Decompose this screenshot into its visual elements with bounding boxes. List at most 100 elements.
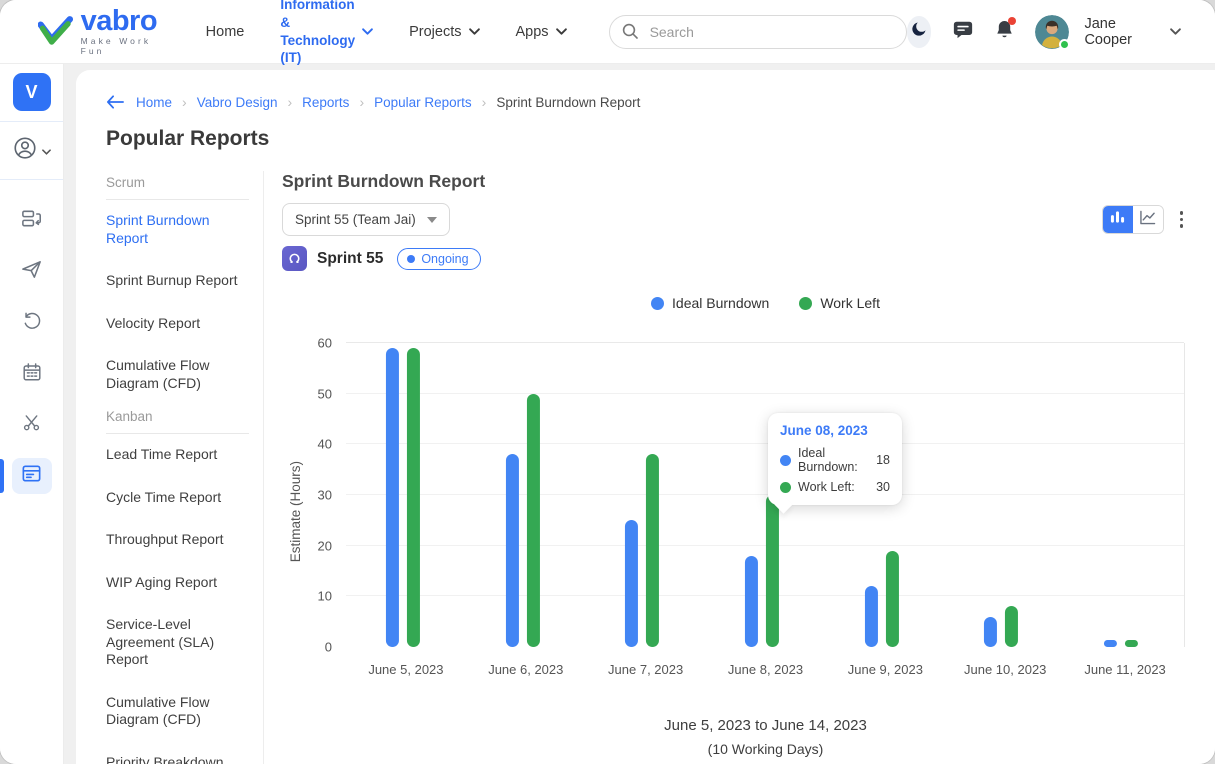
messages-button[interactable] xyxy=(952,19,974,45)
bar-group-june-7-2023 xyxy=(625,343,659,647)
report-nav-item-lead-time-report[interactable]: Lead Time Report xyxy=(106,434,249,477)
y-axis-tick: 0 xyxy=(325,640,332,655)
line-chart-icon xyxy=(1139,210,1156,230)
nav-item-home[interactable]: Home xyxy=(206,24,245,40)
content-card: Home›Vabro Design›Reports›Popular Report… xyxy=(76,70,1215,764)
sprint-loop-icon xyxy=(282,246,307,271)
report-nav-item-wip-aging-report[interactable]: WIP Aging Report xyxy=(106,562,249,605)
bar-ideal-burndown[interactable] xyxy=(1104,640,1117,647)
bar-work-left[interactable] xyxy=(766,495,779,647)
rail-nav xyxy=(0,180,63,494)
sprint-date-range: June 5, 2023 to June 14, 2023 xyxy=(346,717,1185,734)
x-axis-label: June 7, 2023 xyxy=(608,662,683,677)
bar-work-left[interactable] xyxy=(646,454,659,647)
report-nav-item-throughput-report[interactable]: Throughput Report xyxy=(106,519,249,562)
bar-work-left[interactable] xyxy=(407,348,420,647)
chevron-down-icon xyxy=(556,28,567,35)
bar-ideal-burndown[interactable] xyxy=(865,586,878,647)
nav-item-information-technology-it[interactable]: Information & Technology (IT) xyxy=(280,0,373,67)
report-nav-item-priority-breakdown-report[interactable]: Priority Breakdown Report xyxy=(106,742,249,764)
tooltip-series-dot xyxy=(780,482,791,493)
rail-item-calendar[interactable] xyxy=(12,356,52,392)
vabro-logo[interactable]: vabro Make Work Fun xyxy=(38,8,172,56)
user-icon xyxy=(12,135,38,166)
report-main: Sprint Burndown Report Sprint 55 (Team J… xyxy=(264,171,1185,764)
breadcrumb-link-vabro-design[interactable]: Vabro Design xyxy=(197,95,278,110)
nav-item-apps[interactable]: Apps xyxy=(516,24,567,40)
reports-icon xyxy=(20,462,43,490)
y-axis-tick: 20 xyxy=(318,538,332,553)
sprint-select[interactable]: Sprint 55 (Team Jai) xyxy=(282,203,450,236)
tooltip-series-value: 18 xyxy=(876,453,890,467)
rail-account-switcher[interactable] xyxy=(0,122,63,179)
report-nav-item-sprint-burnup-report[interactable]: Sprint Burnup Report xyxy=(106,260,249,303)
tooltip-rows: Ideal Burndown:18Work Left:30 xyxy=(780,446,890,494)
notifications-button[interactable] xyxy=(995,19,1014,45)
report-nav-item-cycle-time-report[interactable]: Cycle Time Report xyxy=(106,477,249,520)
report-nav-item-cumulative-flow-diagram-cfd[interactable]: Cumulative Flow Diagram (CFD) xyxy=(106,345,249,405)
report-controls: Sprint 55 (Team Jai) xyxy=(282,203,1185,236)
back-arrow-icon[interactable] xyxy=(106,95,124,109)
bar-chart-toggle-button[interactable] xyxy=(1103,206,1133,233)
bar-group-june-10-2023 xyxy=(984,343,1018,647)
report-nav-item-velocity-report[interactable]: Velocity Report xyxy=(106,303,249,346)
x-axis-label: June 6, 2023 xyxy=(488,662,563,677)
user-name[interactable]: Jane Cooper xyxy=(1084,16,1149,48)
breadcrumb-current: Sprint Burndown Report xyxy=(496,95,640,110)
search-icon xyxy=(622,23,639,45)
rail-item-history[interactable] xyxy=(12,305,52,341)
scissors-icon xyxy=(21,412,42,438)
bar-group-june-6-2023 xyxy=(506,343,540,647)
bar-ideal-burndown[interactable] xyxy=(625,520,638,647)
sprint-status-badge[interactable]: Ongoing xyxy=(397,248,480,270)
app-body: V xyxy=(0,64,1215,764)
breadcrumb-separator: › xyxy=(359,94,364,110)
chevron-down-icon xyxy=(42,142,51,160)
workspace-tile[interactable]: V xyxy=(13,73,51,111)
bar-ideal-burndown[interactable] xyxy=(745,556,758,647)
bar-ideal-burndown[interactable] xyxy=(386,348,399,647)
rail-item-send[interactable] xyxy=(12,254,52,290)
chart-tooltip: June 08, 2023 Ideal Burndown:18Work Left… xyxy=(768,413,902,505)
nav-item-label: Projects xyxy=(409,24,461,40)
search-input[interactable] xyxy=(609,15,907,49)
y-axis-tick: 50 xyxy=(318,386,332,401)
rail-item-reports[interactable] xyxy=(12,458,52,494)
report-nav-item-service-level-agreement-sla-report[interactable]: Service-Level Agreement (SLA) Report xyxy=(106,604,249,682)
breadcrumb-link-popular-reports[interactable]: Popular Reports xyxy=(374,95,472,110)
calendar-icon xyxy=(21,361,43,388)
bar-work-left[interactable] xyxy=(886,551,899,647)
user-menu-chevron-icon[interactable] xyxy=(1170,28,1181,35)
status-dot xyxy=(407,255,415,263)
sprint-header: Sprint 55 Ongoing xyxy=(282,246,1185,271)
bar-work-left[interactable] xyxy=(1125,640,1138,647)
legend-item-work-left[interactable]: Work Left xyxy=(799,295,880,311)
history-icon xyxy=(21,310,43,337)
bar-ideal-burndown[interactable] xyxy=(984,617,997,647)
avatar[interactable] xyxy=(1035,15,1069,49)
sprint-name: Sprint 55 xyxy=(317,250,383,268)
x-axis-label: June 5, 2023 xyxy=(368,662,443,677)
nav-item-projects[interactable]: Projects xyxy=(409,24,479,40)
report-nav-item-sprint-burndown-report[interactable]: Sprint Burndown Report xyxy=(106,200,249,260)
rail-item-tools[interactable] xyxy=(12,407,52,443)
x-axis-label: June 8, 2023 xyxy=(728,662,803,677)
chart-legend: Ideal Burndown Work Left xyxy=(282,295,1185,311)
bar-work-left[interactable] xyxy=(1005,606,1018,647)
breadcrumb-link-reports[interactable]: Reports xyxy=(302,95,349,110)
report-content: ScrumSprint Burndown ReportSprint Burnup… xyxy=(96,171,1185,764)
breadcrumb-link-home[interactable]: Home xyxy=(136,95,172,110)
kebab-menu-icon[interactable] xyxy=(1180,211,1184,228)
bar-work-left[interactable] xyxy=(527,394,540,647)
bar-group-june-5-2023 xyxy=(386,343,420,647)
breadcrumb-separator: › xyxy=(482,94,487,110)
bar-chart-icon xyxy=(1110,210,1125,229)
line-chart-toggle-button[interactable] xyxy=(1133,206,1163,233)
rail-item-projects[interactable] xyxy=(12,203,52,239)
report-nav-item-cumulative-flow-diagram-cfd[interactable]: Cumulative Flow Diagram (CFD) xyxy=(106,682,249,742)
legend-item-ideal-burndown[interactable]: Ideal Burndown xyxy=(651,295,769,311)
main-nav: Home Information & Technology (IT) Project… xyxy=(206,0,567,67)
dark-mode-toggle[interactable] xyxy=(907,16,932,48)
tooltip-series-value: 30 xyxy=(876,480,890,494)
bar-ideal-burndown[interactable] xyxy=(506,454,519,647)
